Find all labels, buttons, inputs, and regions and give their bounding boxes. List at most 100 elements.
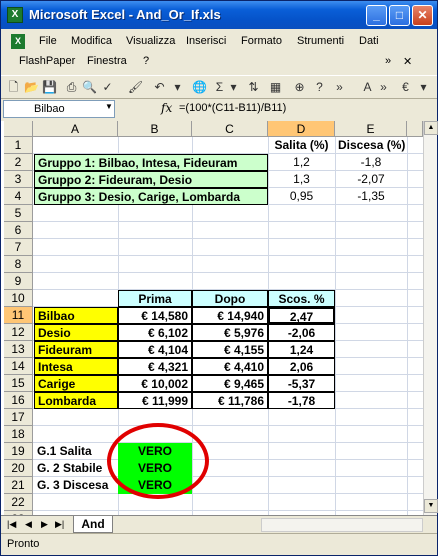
row-header-5[interactable]: 5 [4,205,33,222]
prev-sheet-icon[interactable]: ◀ [25,519,32,530]
menu-help[interactable]: ? [143,55,149,67]
sheet-tab-and[interactable]: And [73,516,113,533]
column-header-e[interactable]: E [335,121,407,137]
column-header-d[interactable]: D [268,121,335,137]
row-header-15[interactable]: 15 [4,375,33,392]
row-header-21[interactable]: 21 [4,477,33,494]
cell-c13[interactable]: € 4,155 [192,341,268,358]
save-icon[interactable]: 💾 [41,79,58,96]
toolbar-options-3-icon[interactable]: ▾ [415,79,432,96]
row-header-11[interactable]: 11 [4,307,33,324]
toolbar-options-icon[interactable]: » [331,79,348,96]
menu-flashpaper[interactable]: FlashPaper [19,55,75,67]
title-bar[interactable]: X Microsoft Excel - And_Or_If.xls _ □ ✕ [1,1,437,29]
arial-icon[interactable]: A [359,79,376,96]
new-icon[interactable]: 🗋 [5,79,22,96]
scroll-up-icon[interactable]: ▲ [424,121,438,135]
row-header-7[interactable]: 7 [4,239,33,256]
menu-inserisci[interactable]: Inserisci [186,35,226,47]
cell-d16[interactable]: -1,78 [268,392,335,409]
maximize-button[interactable]: □ [389,5,410,26]
row-header-16[interactable]: 16 [4,392,33,409]
help-icon[interactable]: ? [311,79,328,96]
cell-c16[interactable]: € 11,786 [192,392,268,409]
close-button[interactable]: ✕ [412,5,433,26]
row-header-2[interactable]: 2 [4,154,33,171]
row-header-18[interactable]: 18 [4,426,33,443]
last-sheet-icon[interactable]: ▶| [55,519,64,530]
cell-d12[interactable]: -2,06 [268,324,335,341]
horizontal-scrollbar[interactable] [261,518,423,532]
cell-d15[interactable]: -5,37 [268,375,335,392]
column-header-f[interactable] [407,121,423,137]
cell-e4[interactable]: -1,35 [335,188,407,205]
minimize-button[interactable]: _ [366,5,387,26]
cell-a12[interactable]: Desio [34,324,118,341]
vertical-scrollbar[interactable]: ▲ ▼ [423,121,438,515]
row-header-9[interactable]: 9 [4,273,33,290]
column-header-b[interactable]: B [118,121,192,137]
cell-a11[interactable]: Bilbao [34,307,118,324]
undo-dropdown-icon[interactable]: ▾ [169,79,186,96]
undo-icon[interactable]: ↶ [151,79,168,96]
row-header-17[interactable]: 17 [4,409,33,426]
first-sheet-icon[interactable]: |◀ [7,519,16,530]
cell-e1[interactable]: Discesa (%) [335,137,407,154]
cell-e3[interactable]: -2,07 [335,171,407,188]
cell-a21[interactable]: G. 3 Discesa [34,477,118,494]
print-icon[interactable]: ⎙ [63,79,80,96]
column-header-c[interactable]: C [192,121,268,137]
cell-c15[interactable]: € 9,465 [192,375,268,392]
zoom-icon[interactable]: ⊕ [291,79,308,96]
select-all-button[interactable] [4,121,33,137]
row-header-12[interactable]: 12 [4,324,33,341]
cell-c11[interactable]: € 14,940 [192,307,268,324]
menu-modifica[interactable]: Modifica [71,35,112,47]
cell-c14[interactable]: € 4,410 [192,358,268,375]
cell-a19[interactable]: G.1 Salita [34,443,118,460]
row-header-19[interactable]: 19 [4,443,33,460]
cell-b13[interactable]: € 4,104 [118,341,192,358]
cell-d4[interactable]: 0,95 [268,188,335,205]
autosum-dropdown-icon[interactable]: ▾ [225,79,242,96]
workbook-icon[interactable]: X [11,34,25,49]
name-box[interactable]: Bilbao [3,100,115,118]
cell-c10[interactable]: Dopo [192,290,268,307]
row-header-14[interactable]: 14 [4,358,33,375]
cell-b11[interactable]: € 14,580 [118,307,192,324]
formula-input[interactable]: =(100*(C11-B11)/B11) [179,102,286,114]
row-header-1[interactable]: 1 [4,137,33,154]
menu-dati[interactable]: Dati [359,35,379,47]
chart-wizard-icon[interactable]: ▦ [267,79,284,96]
sort-icon[interactable]: ⇅ [245,79,262,96]
format-painter-icon[interactable]: 🖌 [127,79,144,96]
cell-a2[interactable]: Gruppo 1: Bilbao, Intesa, Fideuram [34,154,268,171]
excel-icon[interactable]: X [7,7,23,23]
worksheet-grid[interactable]: A B C D E 1 2 3 4 5 6 7 8 9 10 11 12 13 14 15 16 17 18 19 2… [1,121,437,515]
cell-d3[interactable]: 1,3 [268,171,335,188]
cell-d11[interactable]: 2,47 [268,307,335,324]
row-header-13[interactable]: 13 [4,341,33,358]
cell-a16[interactable]: Lombarda [34,392,118,409]
cell-d13[interactable]: 1,24 [268,341,335,358]
print-preview-icon[interactable]: 🔍 [81,79,98,96]
open-icon[interactable]: 📂 [23,79,40,96]
fx-icon[interactable]: fx [161,101,172,115]
cell-c12[interactable]: € 5,976 [192,324,268,341]
menu-formato[interactable]: Formato [241,35,282,47]
cell-b14[interactable]: € 4,321 [118,358,192,375]
cell-e2[interactable]: -1,8 [335,154,407,171]
row-header-6[interactable]: 6 [4,222,33,239]
more-icon[interactable]: » [385,55,391,67]
row-header-22[interactable]: 22 [4,494,33,511]
close-workbook-icon[interactable]: ✕ [403,55,412,68]
cell-b10[interactable]: Prima [118,290,192,307]
cell-d1[interactable]: Salita (%) [268,137,335,154]
scroll-down-icon[interactable]: ▼ [424,499,438,513]
menu-visualizza[interactable]: Visualizza [126,35,175,47]
euro-icon[interactable]: € [397,79,414,96]
row-header-10[interactable]: 10 [4,290,33,307]
cell-b15[interactable]: € 10,002 [118,375,192,392]
toolbar-options-2-icon[interactable]: » [375,79,392,96]
name-box-dropdown-icon[interactable]: ▼ [105,102,113,111]
